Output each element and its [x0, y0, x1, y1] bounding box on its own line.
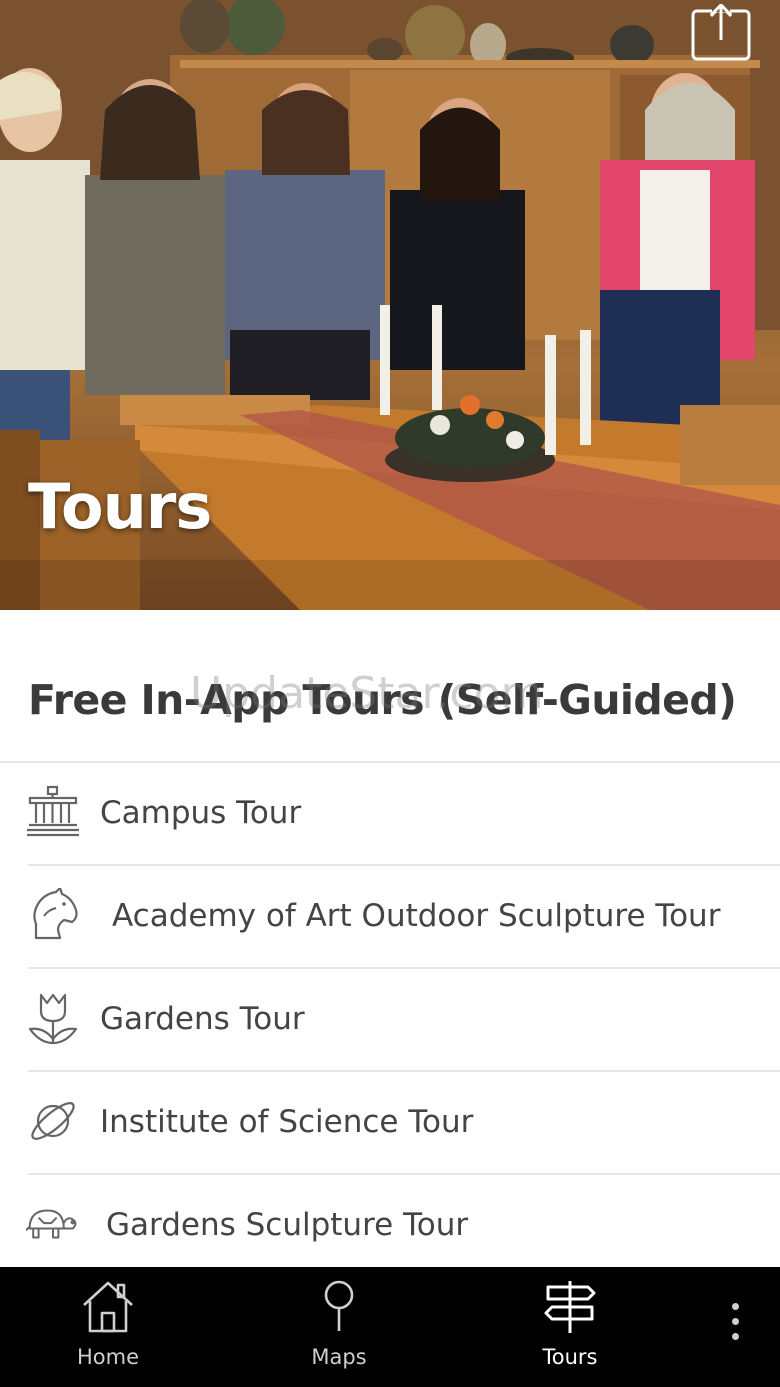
more-options-icon[interactable]	[716, 1297, 756, 1347]
tour-label: Campus Tour	[100, 795, 302, 831]
horse-head-icon	[33, 888, 78, 940]
hero-image: Tours	[0, 0, 780, 610]
tour-label: Academy of Art Outdoor Sculpture Tour	[112, 898, 721, 934]
tour-item-academy-of-art[interactable]: Academy of Art Outdoor Sculpture Tour	[0, 866, 780, 969]
nav-home[interactable]: Home	[28, 1267, 188, 1387]
planet-icon	[31, 1102, 75, 1140]
tour-item-campus[interactable]: Campus Tour	[0, 763, 780, 866]
bottom-nav: Home Maps Tours	[0, 1267, 780, 1387]
signpost-icon	[544, 1281, 596, 1333]
building-columns-icon	[27, 785, 79, 837]
tour-list: Campus Tour Academy of Art Outdoor Sculp…	[0, 763, 780, 1278]
nav-label-maps: Maps	[311, 1345, 367, 1369]
tour-item-gardens-sculpture[interactable]: Gardens Sculpture Tour	[0, 1175, 780, 1278]
tour-label: Institute of Science Tour	[100, 1104, 474, 1140]
share-icon[interactable]	[690, 4, 752, 62]
tour-item-gardens[interactable]: Gardens Tour	[0, 969, 780, 1072]
nav-label-home: Home	[76, 1345, 139, 1369]
tulip-icon	[28, 993, 78, 1045]
tour-item-institute-of-science[interactable]: Institute of Science Tour	[0, 1072, 780, 1175]
home-icon	[83, 1281, 133, 1333]
nav-maps[interactable]: Maps	[259, 1267, 419, 1387]
nav-label-tours: Tours	[542, 1345, 598, 1369]
turtle-icon	[26, 1209, 77, 1239]
map-pin-icon	[324, 1280, 354, 1331]
tour-label: Gardens Sculpture Tour	[106, 1207, 469, 1243]
nav-tours[interactable]: Tours	[490, 1267, 650, 1387]
section-heading: Free In-App Tours (Self-Guided)	[28, 676, 737, 724]
tour-label: Gardens Tour	[100, 1001, 305, 1037]
page-title: Tours	[28, 470, 212, 543]
